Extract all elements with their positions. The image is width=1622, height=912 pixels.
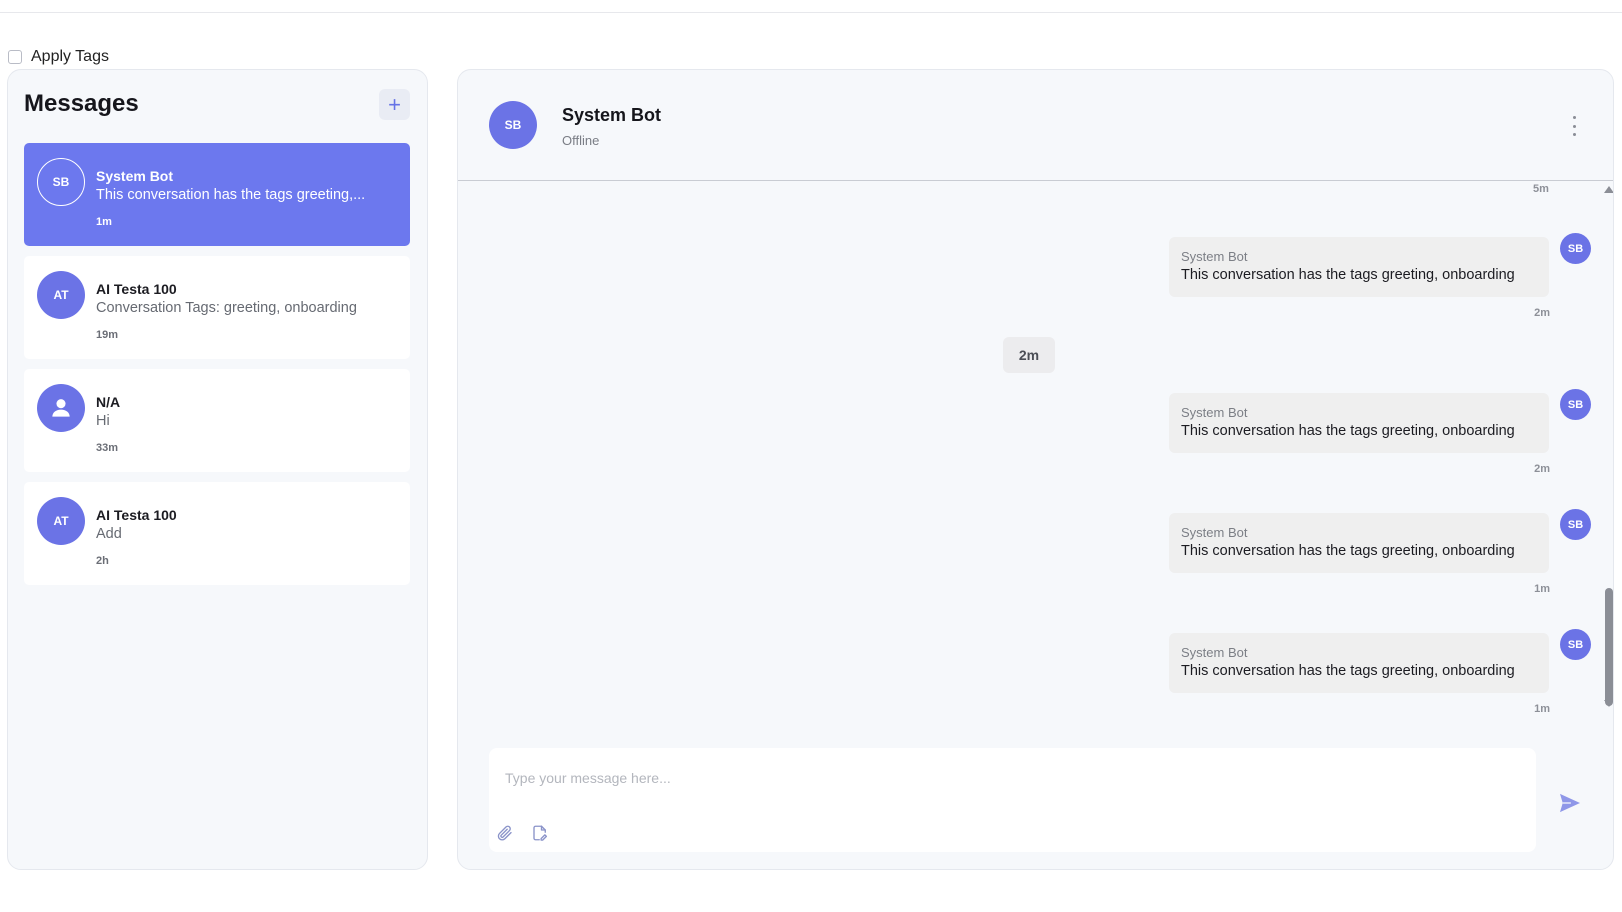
avatar: SB bbox=[1560, 629, 1591, 660]
conversation-item[interactable]: SB System Bot This conversation has the … bbox=[24, 143, 410, 246]
conversations-panel: Messages + SB System Bot This conversati… bbox=[7, 69, 428, 870]
conversation-item[interactable]: AT AI Testa 100 Add 2h bbox=[24, 482, 410, 585]
chat-header: SB System Bot Offline bbox=[458, 70, 1613, 181]
chat-contact-name: System Bot bbox=[562, 105, 662, 125]
conversation-preview: Conversation Tags: greeting, onboarding bbox=[96, 300, 357, 316]
message-bubble: System Bot This conversation has the tag… bbox=[1169, 513, 1549, 573]
scroll-up-icon[interactable] bbox=[1604, 186, 1613, 193]
conversation-item[interactable]: N/A Hi 33m bbox=[24, 369, 410, 472]
conversation-preview: Add bbox=[96, 526, 122, 542]
conversation-name: AI Testa 100 bbox=[96, 281, 177, 297]
message-input[interactable] bbox=[489, 748, 1536, 808]
message-text: This conversation has the tags greeting,… bbox=[1181, 663, 1515, 679]
conversation-name: AI Testa 100 bbox=[96, 507, 177, 523]
note-button[interactable] bbox=[529, 822, 551, 844]
apply-tags-checkbox[interactable] bbox=[8, 50, 22, 64]
message-time: 1m bbox=[1534, 703, 1550, 715]
message-bubble: System Bot This conversation has the tag… bbox=[1169, 393, 1549, 453]
attach-button[interactable] bbox=[494, 822, 516, 844]
message-list: 5m System Bot This conversation has the … bbox=[458, 182, 1613, 722]
chat-contact-status: Offline bbox=[562, 133, 600, 148]
send-icon bbox=[1560, 793, 1580, 813]
scroll-thumb[interactable] bbox=[1605, 588, 1613, 706]
message-item: System Bot This conversation has the tag… bbox=[458, 629, 1613, 715]
message-bubble: System Bot This conversation has the tag… bbox=[1169, 237, 1549, 297]
avatar bbox=[37, 384, 85, 432]
conversation-preview: This conversation has the tags greeting,… bbox=[96, 187, 366, 203]
message-time: 5m bbox=[1533, 183, 1549, 195]
message-text: This conversation has the tags greeting,… bbox=[1181, 423, 1515, 439]
avatar: SB bbox=[1560, 509, 1591, 540]
person-icon bbox=[52, 399, 70, 417]
avatar: SB bbox=[1560, 233, 1591, 264]
message-time: 2m bbox=[1534, 463, 1550, 475]
message-bubble: System Bot This conversation has the tag… bbox=[1169, 633, 1549, 693]
conversation-time: 19m bbox=[96, 329, 119, 341]
message-item: System Bot This conversation has the tag… bbox=[458, 389, 1613, 475]
conversation-list: SB System Bot This conversation has the … bbox=[24, 143, 410, 595]
message-item: System Bot This conversation has the tag… bbox=[458, 233, 1613, 319]
chat-panel: SB System Bot Offline 5m System Bot This… bbox=[457, 69, 1614, 870]
conversation-time: 1m bbox=[96, 216, 112, 228]
avatar: SB bbox=[1560, 389, 1591, 420]
conversation-item[interactable]: AT AI Testa 100 Conversation Tags: greet… bbox=[24, 256, 410, 359]
message-text: This conversation has the tags greeting,… bbox=[1181, 543, 1515, 559]
message-sender: System Bot bbox=[1181, 525, 1248, 540]
message-composer bbox=[489, 748, 1536, 852]
avatar: SB bbox=[489, 101, 537, 149]
message-sender: System Bot bbox=[1181, 249, 1248, 264]
messages-title: Messages bbox=[24, 90, 139, 117]
message-time: 1m bbox=[1534, 583, 1550, 595]
apply-tags-toggle[interactable]: Apply Tags bbox=[8, 48, 109, 66]
conversation-name: N/A bbox=[96, 394, 121, 410]
paperclip-icon bbox=[497, 825, 512, 841]
conversation-time: 33m bbox=[96, 442, 119, 454]
message-item: System Bot This conversation has the tag… bbox=[458, 509, 1613, 595]
message-sender: System Bot bbox=[1181, 645, 1248, 660]
message-sender: System Bot bbox=[1181, 405, 1248, 420]
message-time: 2m bbox=[1534, 307, 1550, 319]
conversation-name: System Bot bbox=[96, 168, 174, 184]
conversation-preview: Hi bbox=[96, 413, 110, 429]
message-scrollbar[interactable] bbox=[1601, 182, 1613, 722]
note-edit-icon bbox=[533, 825, 548, 841]
avatar: SB bbox=[37, 158, 85, 206]
plus-icon: + bbox=[388, 91, 401, 117]
conversation-time: 2h bbox=[96, 555, 109, 567]
avatar: AT bbox=[37, 497, 85, 545]
apply-tags-label: Apply Tags bbox=[31, 48, 109, 65]
more-vertical-icon[interactable] bbox=[1571, 116, 1577, 136]
scroll-down-icon[interactable] bbox=[1604, 700, 1613, 707]
new-conversation-button[interactable]: + bbox=[379, 89, 410, 120]
message-text: This conversation has the tags greeting,… bbox=[1181, 267, 1515, 283]
send-button[interactable] bbox=[1555, 788, 1585, 818]
avatar: AT bbox=[37, 271, 85, 319]
top-bar bbox=[0, 0, 1622, 13]
time-divider: 2m bbox=[1003, 337, 1055, 373]
